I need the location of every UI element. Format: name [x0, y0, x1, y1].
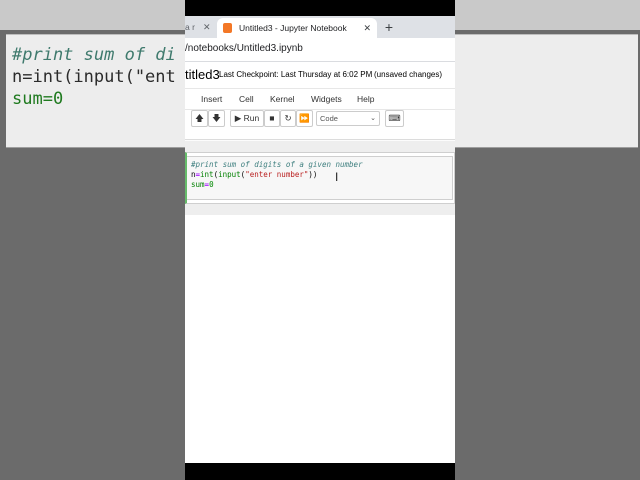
menu-help[interactable]: Help — [357, 94, 374, 104]
code-builtin: int — [200, 170, 214, 179]
code-builtin: sum — [191, 180, 205, 189]
menu-kernel[interactable]: Kernel — [270, 94, 295, 104]
restart-icon[interactable]: ↻ — [280, 110, 296, 127]
code-builtin: input — [218, 170, 241, 179]
cell-type-value: Code — [320, 114, 338, 123]
jupyter-favicon — [223, 23, 232, 33]
menu-widgets[interactable]: Widgets — [311, 94, 342, 104]
notebook-name[interactable]: titled3 — [185, 67, 220, 82]
play-icon: ▶ — [234, 113, 242, 123]
menu-bar: Insert Cell Kernel Widgets Help — [185, 88, 455, 110]
plus-icon[interactable]: + — [381, 16, 397, 38]
address-bar[interactable]: /notebooks/Untitled3.ipynb — [185, 38, 455, 62]
notebook-container: #print sum of digits of a given number n… — [185, 141, 455, 215]
code-number: 0 — [209, 180, 214, 189]
backdrop-code-line1: #print sum of di — [12, 45, 176, 65]
cell-type-select[interactable]: Code ⌄ — [316, 111, 380, 126]
page-background — [185, 215, 455, 463]
letterbox-bottom — [185, 463, 455, 480]
tab-jupyter-notebook[interactable]: Untitled3 - Jupyter Notebook ✕ — [217, 18, 377, 38]
checkpoint-status: Last Checkpoint: Last Thursday at 6:02 P… — [219, 70, 373, 79]
menu-cell[interactable]: Cell — [239, 94, 254, 104]
notebook-toolbar: 🡅 🡇 ▶ Run ■ ↻ ⏩ Code ⌄ ⌨ — [185, 110, 455, 130]
run-label: Run — [243, 113, 260, 123]
code-cell-input[interactable]: #print sum of digits of a given number n… — [187, 156, 453, 200]
browser-tabstrip: a r ✕ Untitled3 - Jupyter Notebook ✕ — [185, 16, 455, 38]
toolbar-divider — [185, 132, 455, 140]
tab-title: Untitled3 - Jupyter Notebook — [239, 23, 347, 33]
code-cell[interactable]: #print sum of digits of a given number n… — [185, 152, 455, 204]
arrow-down-icon[interactable]: 🡇 — [208, 110, 225, 127]
keyboard-icon[interactable]: ⌨ — [385, 110, 404, 127]
menu-insert[interactable]: Insert — [201, 94, 222, 104]
code-paren: )) — [308, 170, 318, 179]
letterbox-top — [185, 0, 455, 16]
backdrop-code-line2: n=int(input("ent — [12, 67, 176, 87]
run-button[interactable]: ▶ Run — [230, 110, 264, 127]
url-text[interactable]: /notebooks/Untitled3.ipynb — [185, 43, 303, 54]
code-string: "enter number" — [245, 170, 309, 179]
tab-previous[interactable]: a r ✕ — [185, 16, 217, 38]
arrow-up-icon[interactable]: 🡅 — [191, 110, 208, 127]
text-cursor-icon: I — [335, 170, 339, 184]
chevron-down-icon: ⌄ — [370, 115, 376, 122]
fast-forward-icon[interactable]: ⏩ — [296, 110, 313, 127]
stop-icon[interactable]: ■ — [264, 110, 280, 127]
backdrop-code: #print sum of di n=int(input("ent sum=0 — [12, 44, 176, 110]
screen-frame: a r ✕ Untitled3 - Jupyter Notebook ✕ + /… — [185, 0, 455, 480]
code-comment: #print sum of digits of a given number — [191, 160, 363, 169]
close-icon[interactable]: ✕ — [363, 18, 371, 38]
backdrop-code-line3: sum=0 — [12, 89, 64, 109]
notebook-header: titled3 Last Checkpoint: Last Thursday a… — [185, 62, 455, 88]
tab-previous-label: a r — [185, 22, 195, 32]
unsaved-status: (unsaved changes) — [374, 70, 443, 79]
close-icon[interactable]: ✕ — [203, 16, 211, 38]
